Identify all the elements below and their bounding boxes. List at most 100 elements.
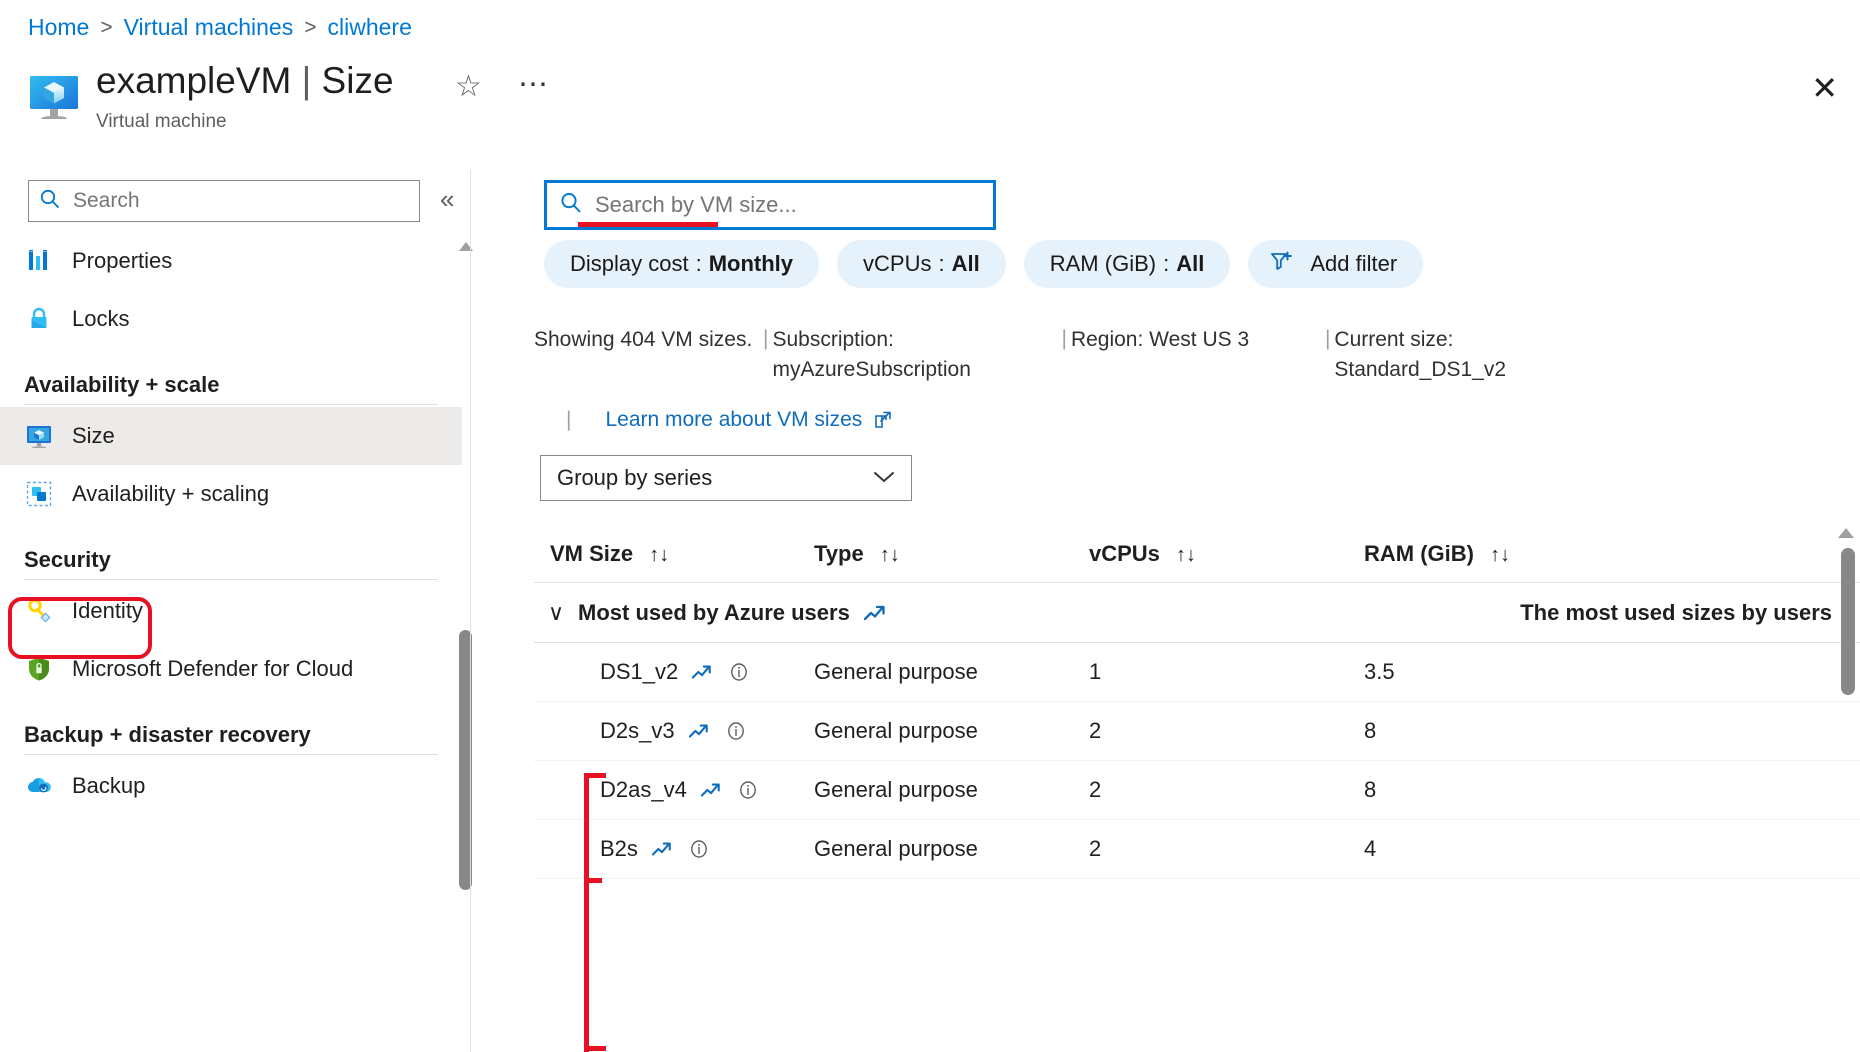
column-header-type[interactable]: Type ↑↓: [814, 541, 1089, 567]
cell-vm-size: DS1_v2: [534, 659, 814, 685]
ellipsis-icon[interactable]: ⋯: [518, 70, 550, 100]
table-scrollbar-thumb[interactable]: [1841, 548, 1855, 695]
cell-ram: 3.5: [1364, 659, 1664, 685]
star-icon[interactable]: ☆: [455, 72, 482, 102]
trend-up-icon: [687, 721, 711, 741]
size-icon: [24, 421, 54, 451]
column-header-ram[interactable]: RAM (GiB) ↑↓: [1364, 541, 1664, 567]
region-info: Region: West US 3: [1071, 325, 1321, 355]
sidebar-item-label: Availability + scaling: [72, 481, 269, 507]
sidebar-item-microsoft-defender-for-cloud[interactable]: Microsoft Defender for Cloud: [0, 640, 462, 698]
vm-size-name: D2s_v3: [600, 718, 675, 744]
breadcrumb: Home > Virtual machines > cliwhere: [28, 14, 412, 41]
learn-more-link[interactable]: Learn more about VM sizes: [605, 408, 862, 432]
learn-more-row: | Learn more about VM sizes: [566, 408, 894, 432]
filter-pill-display-cost[interactable]: Display cost : Monthly: [544, 240, 819, 288]
cell-vcpus: 2: [1089, 836, 1364, 862]
sidebar-section-security: Security: [0, 547, 462, 573]
column-header-vcpus[interactable]: vCPUs ↑↓: [1089, 541, 1364, 567]
add-filter-button[interactable]: Add filter: [1248, 240, 1423, 288]
page-subtitle: Virtual machine: [96, 111, 394, 133]
chevron-down-icon[interactable]: ∨: [534, 600, 578, 626]
cell-vcpus: 2: [1089, 718, 1364, 744]
sidebar: « Properties: [0, 170, 500, 1052]
close-icon[interactable]: ✕: [1811, 72, 1838, 104]
column-label: RAM (GiB): [1364, 541, 1474, 566]
vm-size-search[interactable]: [544, 180, 996, 230]
backup-cloud-icon: [24, 771, 54, 801]
sidebar-item-availability-scaling[interactable]: Availability + scaling: [0, 465, 462, 523]
group-by-select[interactable]: Group by series: [540, 455, 912, 501]
cell-vm-size: D2s_v3: [534, 718, 814, 744]
cell-type: General purpose: [814, 836, 1089, 862]
info-icon[interactable]: [737, 779, 759, 801]
info-summary-row: Showing 404 VM sizes. | Subscription: my…: [534, 325, 1860, 386]
trend-up-icon: [862, 602, 888, 624]
sidebar-item-locks[interactable]: Locks: [0, 290, 462, 348]
search-icon: [559, 191, 583, 220]
search-input[interactable]: [71, 188, 409, 214]
cell-vcpus: 2: [1089, 777, 1364, 803]
sidebar-item-identity[interactable]: Identity: [0, 582, 462, 640]
table-header-row: VM Size ↑↓ Type ↑↓ vCPUs ↑↓ RAM (GiB) ↑↓: [534, 525, 1860, 583]
breadcrumb-item-home[interactable]: Home: [28, 14, 89, 41]
filter-colon: :: [696, 251, 702, 277]
info-icon[interactable]: [728, 661, 750, 683]
table-row[interactable]: D2s_v3 Gener: [534, 702, 1860, 761]
table-scroll-up-arrow[interactable]: [1838, 528, 1854, 538]
table-group-header-most-used[interactable]: ∨ Most used by Azure users The most used…: [534, 583, 1860, 643]
filter-label: RAM (GiB): [1050, 251, 1156, 277]
filter-pill-ram[interactable]: RAM (GiB) : All: [1024, 240, 1231, 288]
virtual-machine-icon: [28, 72, 80, 124]
azure-portal-vm-size-blade: Home > Virtual machines > cliwhere: [0, 0, 1860, 1052]
sort-icon[interactable]: ↑↓: [649, 544, 669, 566]
sidebar-section-availability-scale: Availability + scale: [0, 372, 462, 398]
vm-sizes-table: VM Size ↑↓ Type ↑↓ vCPUs ↑↓ RAM (GiB) ↑↓…: [534, 525, 1860, 879]
cell-ram: 4: [1364, 836, 1664, 862]
column-label: VM Size: [550, 541, 633, 566]
filter-value: Monthly: [709, 251, 793, 277]
info-divider: |: [1057, 327, 1070, 351]
sort-icon[interactable]: ↑↓: [880, 544, 900, 566]
info-icon[interactable]: [725, 720, 747, 742]
sidebar-item-label: Properties: [72, 248, 172, 274]
sidebar-divider: [24, 579, 438, 580]
subscription-info: Subscription: myAzureSubscription: [772, 325, 1057, 386]
sidebar-divider: [24, 754, 438, 755]
breadcrumb-item-virtual-machines[interactable]: Virtual machines: [124, 14, 294, 41]
add-filter-icon: [1268, 250, 1298, 278]
sort-icon[interactable]: ↑↓: [1176, 544, 1196, 566]
info-icon[interactable]: [688, 838, 710, 860]
filter-label: Display cost: [570, 251, 689, 277]
table-row[interactable]: DS1_v2 Gener: [534, 643, 1860, 702]
filter-colon: :: [1163, 251, 1169, 277]
table-row[interactable]: B2s General: [534, 820, 1860, 879]
cell-type: General purpose: [814, 718, 1089, 744]
sidebar-item-backup[interactable]: Backup: [0, 757, 462, 815]
sidebar-item-label: Backup: [72, 773, 145, 799]
sort-icon[interactable]: ↑↓: [1490, 544, 1510, 566]
column-header-vm-size[interactable]: VM Size ↑↓: [534, 541, 814, 567]
filter-colon: :: [939, 251, 945, 277]
filter-value: All: [1176, 251, 1204, 277]
chevron-down-icon: [871, 465, 897, 491]
cell-vm-size: D2as_v4: [534, 777, 814, 803]
column-label: Type: [814, 541, 864, 566]
sidebar-item-label: Locks: [72, 306, 129, 332]
sidebar-item-properties[interactable]: Properties: [0, 232, 462, 290]
sidebar-search[interactable]: [28, 180, 420, 222]
filter-pill-vcpus[interactable]: vCPUs : All: [837, 240, 1006, 288]
column-label: vCPUs: [1089, 541, 1160, 566]
external-link-icon: [872, 409, 894, 431]
sidebar-item-size[interactable]: Size: [0, 407, 462, 465]
vm-size-name: DS1_v2: [600, 659, 678, 685]
filter-value: All: [952, 251, 980, 277]
table-row[interactable]: D2as_v4 Gene: [534, 761, 1860, 820]
search-input[interactable]: [593, 191, 981, 219]
breadcrumb-item-cliwhere[interactable]: cliwhere: [328, 14, 412, 41]
collapse-sidebar-icon[interactable]: «: [440, 186, 454, 212]
page-title-section: Size: [322, 60, 394, 101]
filter-pill-row: Display cost : Monthly vCPUs : All RAM (…: [544, 240, 1441, 288]
availability-scaling-icon: [24, 479, 54, 509]
current-size-info: Current size: Standard_DS1_v2: [1334, 325, 1594, 386]
